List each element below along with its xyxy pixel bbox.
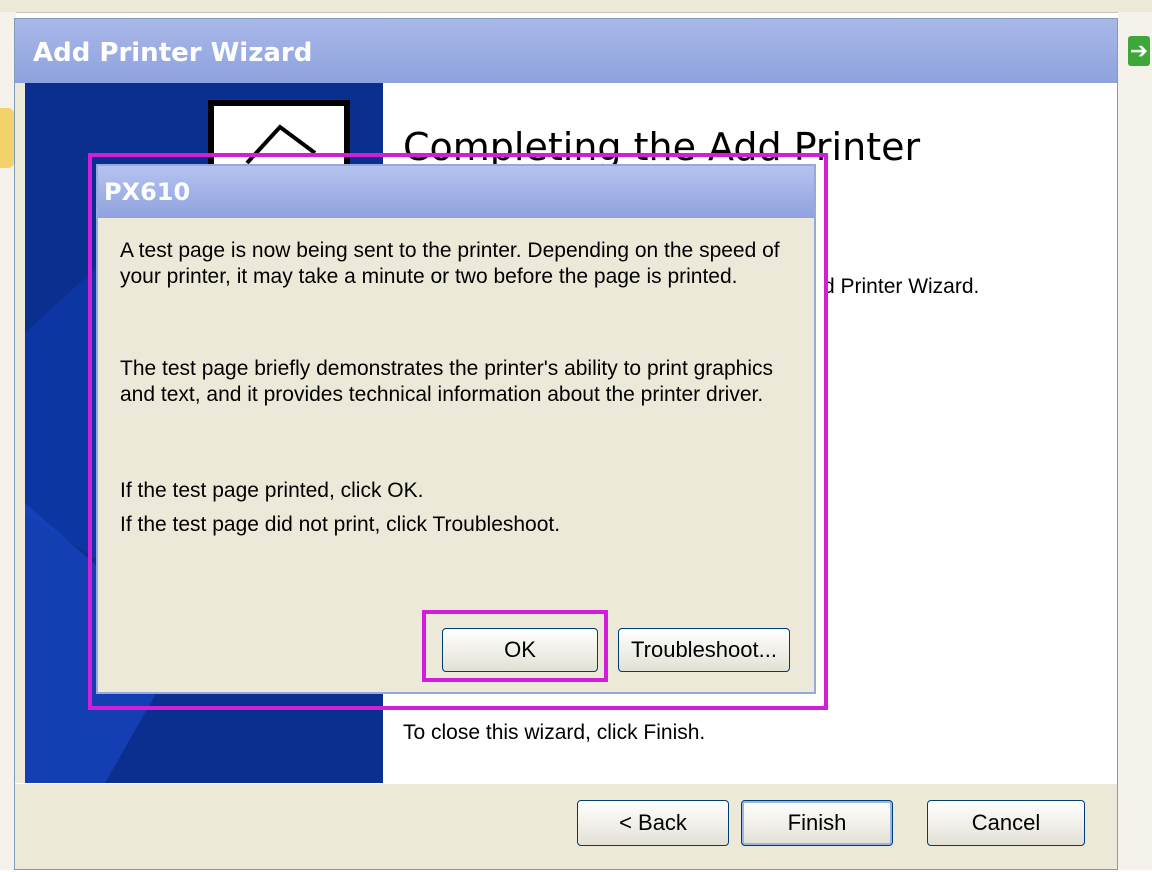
folder-icon: [0, 108, 14, 168]
wizard-button-bar: < Back Finish Cancel: [15, 783, 1117, 872]
wizard-title-bar[interactable]: Add Printer Wizard: [15, 19, 1117, 83]
back-button[interactable]: < Back: [577, 800, 729, 846]
wizard-close-instruction: To close this wizard, click Finish.: [403, 721, 706, 744]
background-right-strip: [1118, 12, 1152, 870]
cancel-button[interactable]: Cancel: [927, 800, 1085, 846]
wizard-partial-text-1: d Printer Wizard.: [823, 275, 980, 298]
background-window-strip: [0, 0, 1152, 13]
arrow-right-icon[interactable]: ➔: [1128, 36, 1150, 66]
finish-button[interactable]: Finish: [741, 800, 893, 846]
ok-button-highlight-box: [422, 610, 608, 682]
